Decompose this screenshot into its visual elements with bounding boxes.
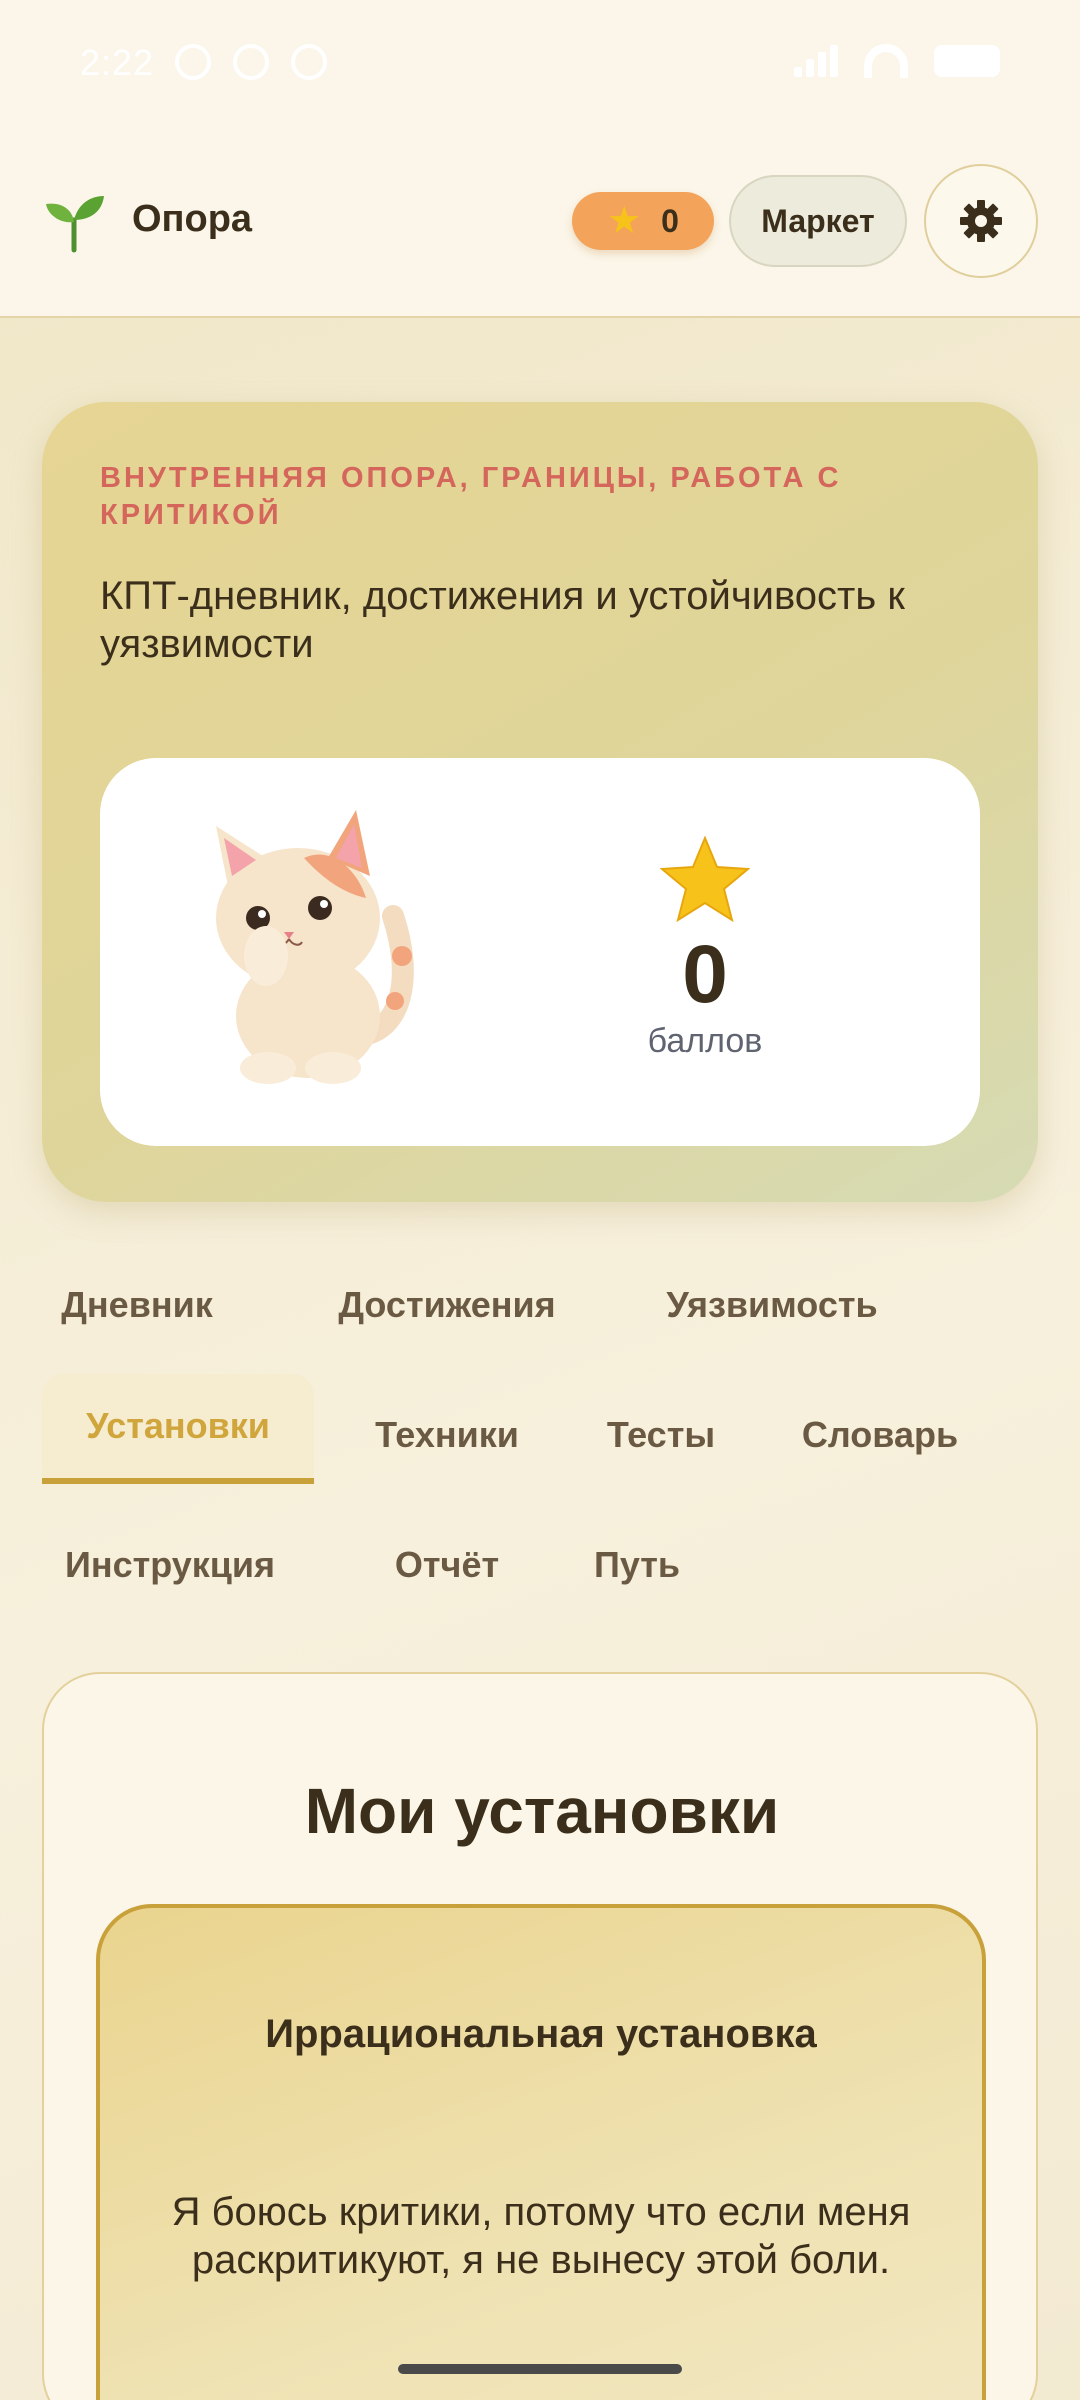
alert-notification-icon [233,44,269,80]
app-header: Опора ★ 0 Маркет [0,130,1080,318]
belief-text: Я боюсь критики, потому что если меня ра… [171,2190,911,2282]
tab-glossary[interactable]: Словарь [790,1380,970,1490]
battery-icon [934,45,1000,77]
score-label: баллов [647,1022,763,1060]
market-button[interactable]: Маркет [729,175,907,267]
sprout-icon [46,196,104,253]
hero-card: ВНУТРЕННЯЯ ОПОРА, ГРАНИЦЫ, РАБОТА С КРИТ… [42,402,1038,1202]
section-title: Мои установки [304,1775,780,1847]
stars-count: 0 [661,202,679,239]
cat-mascot [216,810,414,1084]
tab-path[interactable]: Путь [582,1510,692,1620]
wifi-icon [864,44,908,78]
settings-notification-icon [175,44,211,80]
irrational-belief-card[interactable]: Иррациональная установка Я боюсь критики… [96,1904,986,2400]
signal-icon [794,45,838,77]
home-indicator[interactable] [398,2364,682,2374]
status-time: 2:22 [80,42,155,83]
tab-vulnerability[interactable]: Уязвимость [652,1250,892,1360]
score-card: 0 баллов [100,758,980,1146]
belief-heading: Иррациональная установка [265,2012,817,2056]
tab-beliefs[interactable]: Установки [42,1374,314,1484]
gear-icon [960,200,1002,242]
stars-balance[interactable]: ★ 0 [572,192,714,250]
tab-achievements[interactable]: Достижения [322,1250,572,1360]
status-system-icons [794,44,1000,78]
tab-techniques[interactable]: Техники [352,1380,542,1490]
tab-tests[interactable]: Тесты [586,1380,736,1490]
tab-report[interactable]: Отчёт [372,1510,522,1620]
settings-button[interactable] [924,164,1038,278]
beliefs-section: Мои установки Иррациональная установка Я… [42,1672,1038,2400]
score-value: 0 [682,929,728,1020]
hero-description: КПТ-дневник, достижения и устойчивость к… [100,574,905,666]
app-title: Опора [132,198,253,240]
status-bar: 2:22 [0,0,1080,130]
tab-diary[interactable]: Дневник [42,1250,232,1360]
star-icon: ★ [607,200,642,242]
hero-topic: ВНУТРЕННЯЯ ОПОРА, ГРАНИЦЫ, РАБОТА С КРИТ… [100,462,842,531]
shield-notification-icon [291,44,327,80]
tab-instructions[interactable]: Инструкция [42,1510,298,1620]
status-notification-icons [175,44,327,80]
star-icon [660,836,750,922]
